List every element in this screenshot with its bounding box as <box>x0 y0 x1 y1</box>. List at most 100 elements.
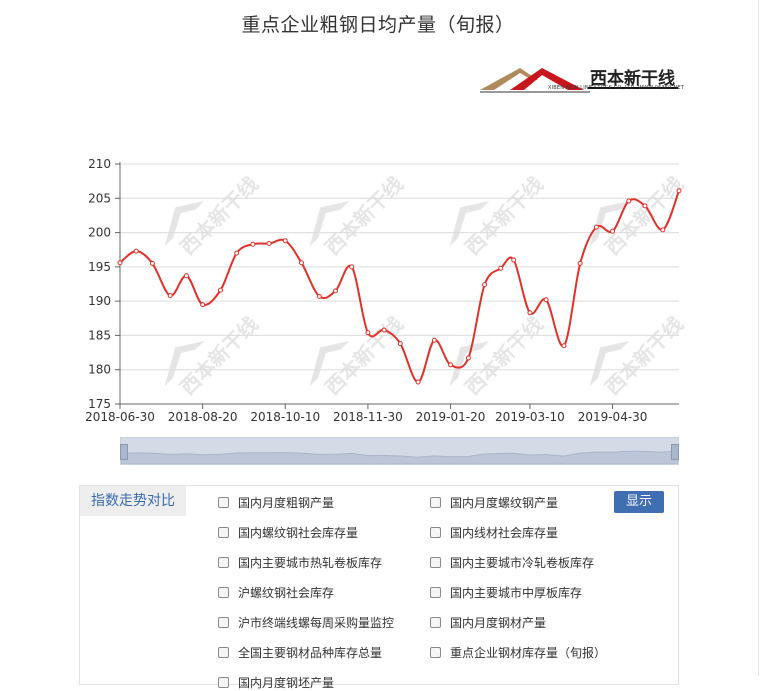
data-point <box>543 297 549 303</box>
watermark-mark: 西本新干线 <box>164 172 263 260</box>
brand-logo-subtext: XIBEN NEW LINE STOCK CO.,LTD. WWW.96369.… <box>548 85 685 91</box>
compare-option-label: 国内线材社会库存量 <box>450 526 559 540</box>
data-point <box>465 355 471 361</box>
zoom-handle-right[interactable] <box>671 444 679 460</box>
data-point <box>660 227 666 233</box>
compare-option-label: 国内主要城市热轧卷板库存 <box>238 556 383 570</box>
compare-option[interactable]: 国内螺纹钢社会库存量 <box>218 524 358 541</box>
y-tick-label: 180 <box>88 363 111 377</box>
watermark-mark: 西本新干线 <box>589 172 688 260</box>
data-point <box>133 248 139 254</box>
watermark-layer: 西本新干线 西本新干线 西本新干线 西本新干线西本新干线 西本新干线 西本新干线 西本新干线 <box>164 172 688 400</box>
compare-option[interactable]: 国内主要城市热轧卷板库存 <box>218 554 382 571</box>
checkbox[interactable] <box>218 587 229 598</box>
data-point <box>266 241 272 247</box>
checkbox[interactable] <box>430 497 441 508</box>
data-point <box>397 341 403 347</box>
y-tick-label: 190 <box>88 294 111 308</box>
y-tick-label: 205 <box>88 191 111 205</box>
data-point <box>381 327 387 333</box>
compare-option-label: 国内主要城市冷轧卷板库存 <box>450 556 595 570</box>
checkbox[interactable] <box>218 617 229 628</box>
data-point <box>642 203 648 209</box>
compare-option[interactable]: 国内月度粗钢产量 <box>218 494 334 511</box>
x-tick-label: 2018-11-30 <box>333 410 403 424</box>
data-point <box>282 238 288 244</box>
data-zoom-slider[interactable] <box>120 437 679 465</box>
data-point <box>234 250 240 256</box>
watermark-mark: 西本新干线 <box>309 172 408 260</box>
compare-option-label: 国内月度螺纹钢产量 <box>450 496 559 510</box>
y-tick-label: 175 <box>88 397 111 411</box>
data-point <box>626 198 632 204</box>
compare-option-label: 全国主要钢材品种库存总量 <box>238 646 383 660</box>
data-point <box>527 310 533 316</box>
watermark-mark: 西本新干线 <box>449 172 548 260</box>
tab-index-compare[interactable]: 指数走势对比 <box>80 486 186 516</box>
data-point <box>183 273 189 279</box>
checkbox[interactable] <box>218 647 229 658</box>
data-point <box>167 293 173 299</box>
data-point <box>316 293 322 299</box>
x-tick-label: 2019-03-10 <box>495 410 565 424</box>
y-tick-label: 200 <box>88 226 111 240</box>
checkbox[interactable] <box>430 557 441 568</box>
data-point <box>349 264 355 270</box>
watermark-text: 西本新干线 <box>600 312 688 400</box>
watermark-text: 西本新干线 <box>600 172 688 260</box>
data-point <box>117 260 123 266</box>
checkbox[interactable] <box>218 527 229 538</box>
data-point <box>610 228 616 234</box>
chart-title: 重点企业粗钢日均产量（旬报） <box>241 14 515 36</box>
y-tick-label: 195 <box>88 260 111 274</box>
checkbox[interactable] <box>430 617 441 628</box>
x-tick-label: 2018-06-30 <box>85 410 155 424</box>
x-axis: 2018-06-30 2018-08-20 2018-10-10 2018-11-30… <box>85 403 679 424</box>
data-point <box>298 260 304 266</box>
checkbox[interactable] <box>218 677 229 688</box>
zoom-handle-left[interactable] <box>120 444 128 460</box>
checkbox[interactable] <box>218 497 229 508</box>
data-point <box>415 379 421 385</box>
compare-option[interactable]: 国内主要城市冷轧卷板库存 <box>430 554 594 571</box>
data-point <box>448 362 454 368</box>
checkbox[interactable] <box>218 557 229 568</box>
checkbox[interactable] <box>430 647 441 658</box>
checkbox[interactable] <box>430 527 441 538</box>
data-point <box>365 330 371 336</box>
data-point <box>511 257 517 263</box>
compare-option[interactable]: 沪市终端线螺每周采购量监控 <box>218 614 394 631</box>
compare-option[interactable]: 全国主要钢材品种库存总量 <box>218 644 382 661</box>
x-tick-label: 2019-01-20 <box>416 410 486 424</box>
watermark-text: 西本新干线 <box>320 312 408 400</box>
x-tick-label: 2018-10-10 <box>250 410 320 424</box>
data-point <box>149 260 155 266</box>
compare-option[interactable]: 重点企业钢材库存量（旬报） <box>430 644 606 661</box>
x-tick-label: 2019-04-30 <box>578 410 648 424</box>
watermark-text: 西本新干线 <box>460 312 548 400</box>
compare-option-label: 沪市终端线螺每周采购量监控 <box>238 616 395 630</box>
checkbox[interactable] <box>430 587 441 598</box>
y-axis: 175 180 185 190 195 200 205 210 <box>88 157 121 411</box>
data-point <box>498 265 504 271</box>
index-compare-panel: 指数走势对比 显示 国内月度粗钢产量 国内月度螺纹钢产量国内螺纹钢社会库存量 国内线… <box>79 485 679 690</box>
compare-option-label: 国内主要城市中厚板库存 <box>450 586 583 600</box>
compare-option[interactable]: 沪螺纹钢社会库存 <box>218 584 334 601</box>
watermark-text: 西本新干线 <box>175 312 263 400</box>
compare-option[interactable]: 国内月度钢坯产量 <box>218 674 334 691</box>
compare-option-label: 国内月度钢坯产量 <box>238 676 335 690</box>
compare-option[interactable]: 国内线材社会库存量 <box>430 524 558 541</box>
data-point <box>482 282 488 288</box>
data-point <box>200 302 206 308</box>
y-tick-label: 210 <box>88 157 111 171</box>
compare-option[interactable]: 国内月度钢材产量 <box>430 614 546 631</box>
data-point <box>431 337 437 343</box>
y-tick-label: 185 <box>88 328 111 342</box>
data-point <box>593 224 599 230</box>
x-tick-label: 2018-08-20 <box>168 410 238 424</box>
compare-option[interactable]: 国内月度螺纹钢产量 <box>430 494 558 511</box>
show-button[interactable]: 显示 <box>614 491 664 513</box>
watermark-text: 西本新干线 <box>320 172 408 260</box>
watermark-mark: 西本新干线 <box>164 312 263 400</box>
compare-option[interactable]: 国内主要城市中厚板库存 <box>430 584 582 601</box>
